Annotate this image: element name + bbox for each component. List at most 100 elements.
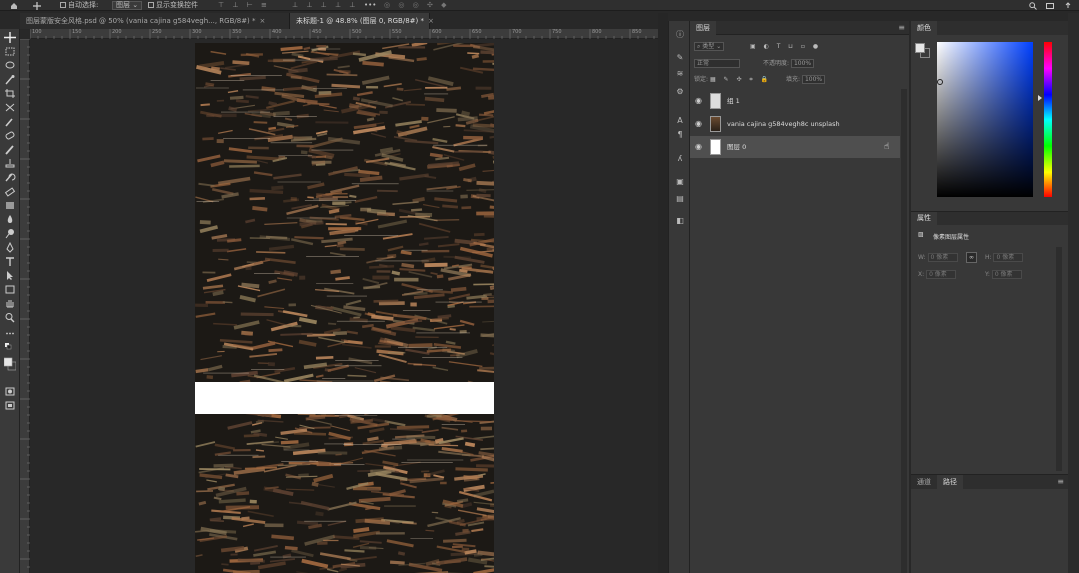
info-icon[interactable]: ⓘ <box>674 29 686 40</box>
more-tools-icon[interactable] <box>4 328 16 339</box>
screen-mode-icon[interactable] <box>4 400 16 411</box>
libraries-icon[interactable]: ▣ <box>674 176 686 187</box>
document-canvas[interactable] <box>195 43 494 573</box>
ruler-tick-label: 100 <box>32 29 42 35</box>
3d-mode-icons[interactable]: ◎ ◎ ◎ ✣ ◆ <box>384 0 449 11</box>
link-icon[interactable]: ∞ <box>966 252 977 263</box>
quick-select-tool-icon[interactable] <box>4 74 16 85</box>
opacity-label: 不透明度: <box>763 60 790 67</box>
h-input[interactable]: 0 像素 <box>993 253 1024 262</box>
width-field[interactable]: W: 0 像素 <box>918 253 958 262</box>
opacity-control[interactable]: 不透明度: 100% <box>763 59 815 69</box>
tab-document-1[interactable]: 图层蒙版安全风格.psd @ 50% (vania cajina g584veg… <box>20 13 290 29</box>
move-tool-icon[interactable] <box>4 32 16 43</box>
crop-tool-icon[interactable] <box>4 88 16 99</box>
history-brush-icon[interactable] <box>4 172 16 183</box>
brush-settings-icon[interactable]: ✎ <box>674 52 686 63</box>
search-icon[interactable] <box>1029 1 1037 13</box>
move-tool-icon[interactable] <box>33 1 41 13</box>
tab-paths[interactable]: 路径 <box>937 475 963 489</box>
ruler-tick-label: 400 <box>272 29 282 35</box>
color-picker-handle[interactable] <box>937 79 943 85</box>
fill-value[interactable]: 100% <box>801 75 826 84</box>
w-input[interactable]: 0 像素 <box>927 253 958 262</box>
layers-scrollbar[interactable] <box>901 89 907 573</box>
healing-brush-icon[interactable] <box>4 130 16 141</box>
more-options-button[interactable]: ••• <box>364 0 376 11</box>
ruler-tick-label: 150 <box>72 29 82 35</box>
close-icon[interactable]: × <box>428 17 434 25</box>
glyphs-icon[interactable]: ʎ <box>674 153 686 164</box>
path-select-icon[interactable] <box>4 270 16 281</box>
layer-thumbnail <box>710 139 721 155</box>
color-panel: 颜色 <box>911 21 1068 211</box>
brush-tool-icon[interactable] <box>4 144 16 155</box>
right-edge-strip <box>1068 13 1079 573</box>
foreground-background-swatch[interactable] <box>4 356 16 372</box>
eyedropper-tool-icon[interactable] <box>4 116 16 127</box>
close-icon[interactable]: × <box>260 17 266 25</box>
workspace-icon[interactable] <box>1046 2 1054 13</box>
opacity-value[interactable]: 100% <box>790 59 815 68</box>
share-icon[interactable] <box>1064 1 1072 13</box>
actions-icon[interactable]: ▤ <box>674 193 686 204</box>
hue-slider[interactable] <box>1044 42 1052 197</box>
swatches-icon[interactable]: ◧ <box>674 215 686 226</box>
marquee-tool-icon[interactable] <box>4 46 16 57</box>
panel-menu-icon[interactable]: ≡ <box>898 21 905 35</box>
frame-tool-icon[interactable] <box>4 102 16 113</box>
layer-row-group[interactable]: ◉ 组 1 <box>690 90 900 112</box>
layer-row-photo[interactable]: ◉ vania cajina g584vegh8c unsplash <box>690 113 900 135</box>
tool-presets-icon[interactable]: ⚙ <box>674 86 686 97</box>
type-tool-icon[interactable] <box>4 256 16 267</box>
eraser-tool-icon[interactable] <box>4 186 16 197</box>
show-transform-checkbox[interactable]: 显示变换控件 <box>148 0 198 11</box>
pixel-layer-icon: ▨ <box>918 231 924 238</box>
x-input[interactable]: 0 像素 <box>926 270 957 279</box>
blur-tool-icon[interactable] <box>4 214 16 225</box>
lock-controls[interactable]: 锁定: ▦ ✎ ✣ ⌗ 🔒 <box>694 75 771 85</box>
tab-properties[interactable]: 属性 <box>911 212 937 225</box>
lasso-tool-icon[interactable] <box>4 60 16 71</box>
ruler-tick-label: 450 <box>312 29 322 35</box>
foreground-color-swatch[interactable] <box>915 43 925 53</box>
tab-document-2[interactable]: 未标题-1 @ 48.8% (图层 0, RGB/8#) * × <box>290 13 434 29</box>
align-icons[interactable]: ⊤ ⊥ ⊢ ≡ <box>218 0 270 11</box>
eye-icon[interactable]: ◉ <box>695 119 704 128</box>
character-icon[interactable]: A <box>674 115 686 126</box>
y-input[interactable]: 0 像素 <box>991 270 1022 279</box>
distribute-icons[interactable]: ⊥ ⊥ ⊥ ⊥ ⊥ <box>292 0 358 11</box>
paragraph-icon[interactable]: ¶ <box>674 129 686 140</box>
panel-menu-icon[interactable]: ≡ <box>1057 475 1064 489</box>
filter-kind-select[interactable]: ⌕ 类型 ⌄ <box>694 42 725 52</box>
home-icon[interactable] <box>10 2 18 13</box>
layer-row-layer0[interactable]: ◉ 图层 0 ☝ <box>690 136 900 158</box>
auto-select-target-select[interactable]: 图层 ⌄ <box>112 1 143 10</box>
pen-tool-icon[interactable] <box>4 242 16 253</box>
filter-icons[interactable]: ▣ ◐ T ⊔ ▫ ● <box>750 42 821 52</box>
rectangle-tool-icon[interactable] <box>4 284 16 295</box>
clone-stamp-icon[interactable] <box>4 158 16 169</box>
tab-channels[interactable]: 通道 <box>911 475 937 489</box>
eye-icon[interactable]: ◉ <box>695 142 704 151</box>
auto-select-checkbox[interactable]: 自动选择: <box>60 0 98 11</box>
saturation-value-field[interactable] <box>937 42 1033 197</box>
default-colors-icon[interactable] <box>4 342 16 353</box>
adjustments-icon[interactable]: ≋ <box>674 68 686 79</box>
dodge-tool-icon[interactable] <box>4 228 16 239</box>
gradient-tool-icon[interactable] <box>4 200 16 211</box>
hand-tool-icon[interactable] <box>4 298 16 309</box>
eye-icon[interactable]: ◉ <box>695 96 704 105</box>
canvas-area[interactable] <box>30 39 658 573</box>
quick-mask-icon[interactable] <box>4 386 16 397</box>
tab-color[interactable]: 颜色 <box>911 21 937 35</box>
tab-layers[interactable]: 图层 <box>690 21 716 35</box>
hue-slider-handle[interactable] <box>1038 95 1042 101</box>
y-field[interactable]: Y: 0 像素 <box>985 270 1022 279</box>
properties-scrollbar[interactable] <box>1056 247 1062 471</box>
height-field[interactable]: H: 0 像素 <box>985 253 1024 262</box>
blend-mode-select[interactable]: 正常 <box>694 59 741 69</box>
fill-control[interactable]: 填充: 100% <box>786 75 826 85</box>
x-field[interactable]: X: 0 像素 <box>918 270 957 279</box>
zoom-tool-icon[interactable] <box>4 312 16 323</box>
